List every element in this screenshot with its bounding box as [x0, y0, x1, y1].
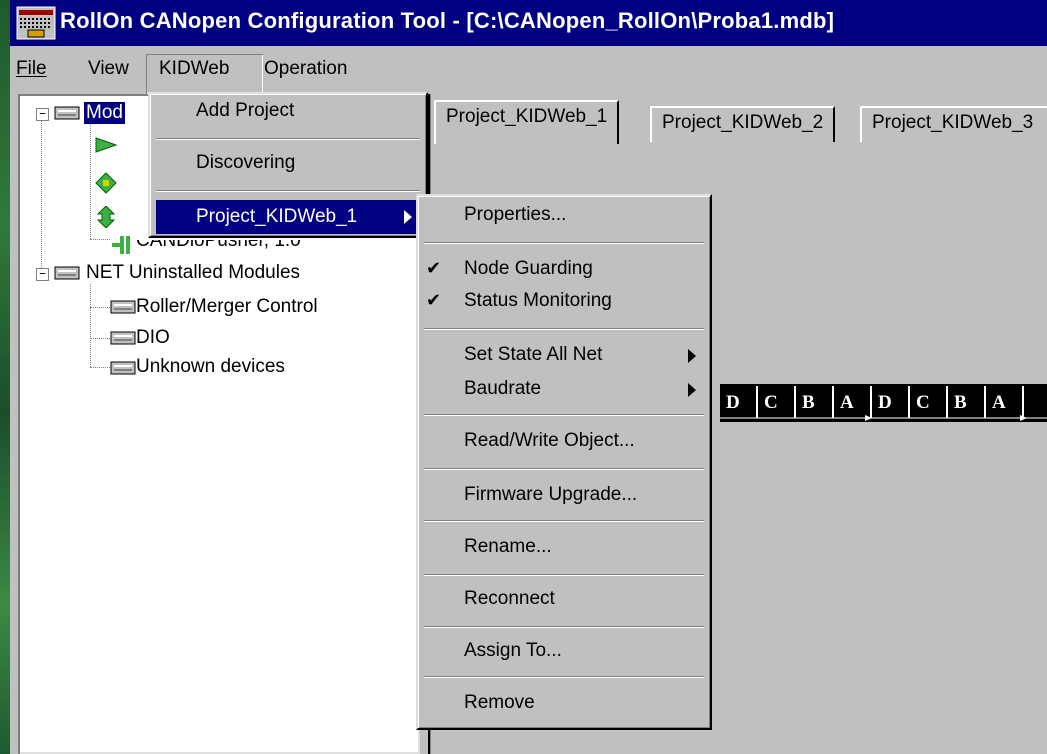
pusher-icon[interactable] — [110, 234, 140, 256]
module-icon — [110, 361, 136, 375]
menu-file-label: File — [16, 58, 47, 79]
menu-item-remove[interactable]: Remove — [418, 692, 710, 714]
menu-item-firmware-upgrade[interactable]: Firmware Upgrade... — [418, 484, 710, 506]
title-bar[interactable]: RollOn CANopen Configuration Tool - [C:\… — [10, 0, 1047, 46]
tab-label: Project_KIDWeb_1 — [446, 106, 608, 127]
bus-node-label: A — [992, 392, 1006, 413]
menu-item-label: Firmware Upgrade... — [464, 484, 638, 505]
menu-bar: File View KIDWeb Operation — [10, 52, 1047, 92]
kidweb-dropdown: Add Project Discovering Project_KIDWeb_1 — [148, 92, 428, 238]
network-icon — [54, 106, 80, 120]
menu-item-label: Assign To... — [464, 640, 562, 661]
tree-item-unknown-devices[interactable]: Unknown devices — [136, 356, 285, 378]
menu-item-baudrate[interactable]: Baudrate — [418, 378, 710, 400]
tab-project-kidweb-2[interactable]: Project_KIDWeb_2 — [650, 106, 836, 142]
collapse-toggle[interactable]: − — [36, 268, 49, 281]
sensor-icon[interactable] — [94, 134, 124, 156]
network-icon — [54, 266, 80, 280]
menu-item-label: Project_KIDWeb_1 — [196, 206, 358, 227]
menu-item-properties[interactable]: Properties... — [418, 204, 710, 226]
menu-item-project-kidweb-1[interactable]: Project_KIDWeb_1 — [156, 200, 420, 234]
bus-node-label: B — [802, 392, 815, 413]
menu-separator — [424, 468, 704, 470]
menu-file[interactable]: File — [16, 58, 47, 80]
collapse-toggle[interactable]: − — [36, 108, 49, 121]
tree-connector — [90, 307, 110, 308]
tree-item-dio[interactable]: DIO — [136, 327, 170, 349]
menu-item-label: Status Monitoring — [464, 290, 612, 311]
project-submenu: Properties... ✔ Node Guarding ✔ Status M… — [416, 194, 712, 730]
menu-separator — [424, 328, 704, 330]
tree-connector — [90, 338, 110, 339]
menu-item-assign-to[interactable]: Assign To... — [418, 640, 710, 662]
menu-operation-label: Operation — [264, 58, 348, 79]
bus-node-label: B — [954, 392, 967, 413]
tree-connector — [90, 239, 110, 240]
bus-node-label: C — [916, 392, 930, 413]
tree-connector — [90, 284, 91, 367]
menu-item-add-project[interactable]: Add Project — [150, 100, 426, 130]
module-icon — [110, 331, 136, 345]
bus-line-icon — [720, 415, 1047, 421]
menu-item-label: Discovering — [196, 152, 296, 173]
tab-label: Project_KIDWeb_2 — [662, 112, 824, 133]
menu-item-label: Remove — [464, 692, 535, 713]
menu-item-status-monitoring[interactable]: ✔ Status Monitoring — [418, 290, 710, 312]
tree-root-label[interactable]: Mod — [84, 102, 125, 124]
menu-separator — [156, 190, 420, 192]
menu-item-discovering[interactable]: Discovering — [150, 152, 426, 182]
menu-separator — [424, 414, 704, 416]
bus-node-label: D — [878, 392, 892, 413]
junction-icon[interactable] — [94, 172, 124, 194]
menu-separator — [424, 520, 704, 522]
canbus-diagram: D C B A D C B A — [720, 384, 1047, 422]
menu-kidweb-label: KIDWeb — [159, 58, 230, 79]
menu-item-label: Baudrate — [464, 378, 542, 399]
submenu-arrow-icon — [688, 349, 696, 363]
tab-project-kidweb-3[interactable]: Project_KIDWeb_3 — [860, 106, 1047, 142]
tree-connector — [90, 367, 110, 368]
valve-icon[interactable] — [94, 206, 124, 228]
desktop-background-strip — [0, 0, 10, 754]
tree-connector — [41, 119, 42, 274]
bus-node-label: D — [726, 392, 740, 413]
submenu-arrow-icon — [688, 383, 696, 397]
app-icon — [16, 6, 56, 40]
window-title: RollOn CANopen Configuration Tool - [C:\… — [60, 8, 835, 33]
tab-label: Project_KIDWeb_3 — [872, 112, 1034, 133]
menu-separator — [424, 574, 704, 576]
tree-item-roller-merger[interactable]: Roller/Merger Control — [136, 296, 318, 318]
checkmark-icon: ✔ — [426, 258, 442, 278]
bus-node-label: A — [840, 392, 854, 413]
menu-separator — [424, 626, 704, 628]
menu-item-set-state-all-net[interactable]: Set State All Net — [418, 344, 710, 366]
menu-item-node-guarding[interactable]: ✔ Node Guarding — [418, 258, 710, 280]
module-icon — [110, 300, 136, 314]
tab-project-kidweb-1[interactable]: Project_KIDWeb_1 — [434, 100, 620, 144]
menu-view[interactable]: View — [88, 58, 129, 80]
tree-group-uninstalled[interactable]: NET Uninstalled Modules — [86, 262, 300, 284]
menu-item-label: Set State All Net — [464, 344, 603, 365]
menu-separator — [424, 242, 704, 244]
menu-item-read-write-object[interactable]: Read/Write Object... — [418, 430, 710, 452]
menu-separator — [156, 138, 420, 140]
checkmark-icon: ✔ — [426, 290, 442, 310]
app-window: RollOn CANopen Configuration Tool - [C:\… — [10, 0, 1047, 754]
menu-item-label: Add Project — [196, 100, 295, 121]
menu-item-label: Node Guarding — [464, 258, 593, 279]
menu-separator — [424, 676, 704, 678]
menu-item-label: Read/Write Object... — [464, 430, 635, 451]
menu-kidweb[interactable]: KIDWeb — [159, 58, 229, 80]
menu-item-rename[interactable]: Rename... — [418, 536, 710, 558]
tree-connector — [90, 124, 91, 239]
menu-item-label: Reconnect — [464, 588, 555, 609]
menu-view-label: View — [88, 58, 129, 79]
menu-item-label: Rename... — [464, 536, 552, 557]
bus-node-label: C — [764, 392, 778, 413]
submenu-arrow-icon — [404, 210, 412, 224]
menu-operation[interactable]: Operation — [264, 58, 347, 80]
menu-item-label: Properties... — [464, 204, 567, 225]
menu-item-reconnect[interactable]: Reconnect — [418, 588, 710, 610]
